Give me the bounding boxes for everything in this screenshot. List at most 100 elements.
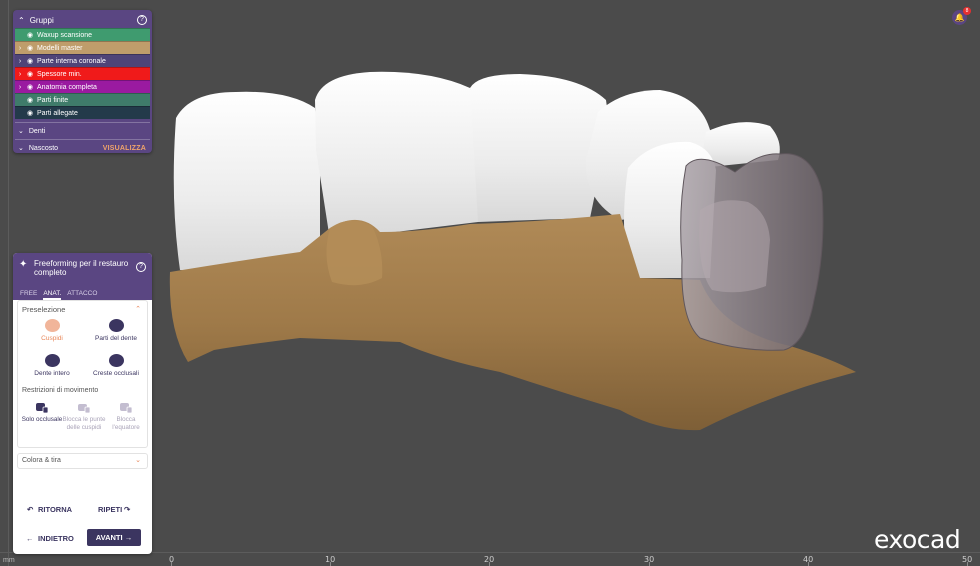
- ruler-tick-label: 30: [644, 555, 655, 564]
- group-label: Parti allegate: [37, 109, 78, 117]
- ruler-tick-label: 50: [962, 555, 973, 564]
- restriction-blocca-punte[interactable]: Blocca le punte delle cuspidi: [62, 401, 106, 431]
- group-item[interactable]: › ◉ Spessore min.: [15, 67, 150, 80]
- chevron-right-icon[interactable]: ›: [15, 58, 25, 65]
- chevron-right-icon[interactable]: ›: [15, 84, 25, 91]
- chevron-down-icon: ⌄: [18, 128, 24, 135]
- restriction-label: Blocca le punte delle cuspidi: [62, 416, 106, 431]
- restriction-label: Blocca l'equatore: [112, 416, 140, 431]
- eye-icon[interactable]: ◉: [25, 83, 35, 91]
- eye-icon[interactable]: ◉: [25, 44, 35, 52]
- tooth-parts-icon: [108, 319, 124, 332]
- group-item[interactable]: › ◉ Parte interna coronale: [15, 54, 150, 67]
- denti-section[interactable]: ⌄ Denti: [15, 122, 150, 139]
- preset-label: Parti del dente: [95, 335, 137, 342]
- group-item[interactable]: › ◉ Anatomia completa: [15, 80, 150, 93]
- group-label: Modelli master: [37, 44, 83, 52]
- next-button[interactable]: AVANTI →: [87, 529, 141, 546]
- colora-tira-label: Colora & tira: [22, 457, 61, 464]
- ghost-crown-inner: [699, 200, 770, 293]
- eye-icon[interactable]: ◉: [25, 70, 35, 78]
- nascosto-label: Nascosto: [28, 144, 59, 152]
- help-icon[interactable]: ?: [137, 15, 147, 25]
- lock-equator-icon: [120, 403, 133, 414]
- ruler-tick-label: 40: [803, 555, 814, 564]
- arrow-left-icon[interactable]: ←: [26, 534, 34, 543]
- chevron-down-icon: ⌄: [18, 145, 24, 152]
- eye-icon[interactable]: ◉: [25, 109, 35, 117]
- help-icon[interactable]: ?: [136, 262, 146, 272]
- preset-label: Cuspidi: [41, 335, 63, 342]
- ruler-left: [0, 0, 9, 566]
- nascosto-section[interactable]: ⌄ Nascosto VISUALIZZA: [15, 139, 150, 156]
- ruler-tick-label: 0: [169, 555, 175, 564]
- restriction-solo-occlusale[interactable]: Solo occlusale: [20, 401, 64, 424]
- preset-cuspidi[interactable]: Cuspidi: [24, 319, 80, 342]
- preselection-title: Preselezione: [22, 305, 66, 314]
- eye-icon[interactable]: ◉: [25, 31, 35, 39]
- exocad-logo: exocad: [874, 525, 961, 554]
- restriction-blocca-equatore[interactable]: Blocca l'equatore: [104, 401, 148, 431]
- undo-button[interactable]: RITORNA: [38, 505, 72, 514]
- chevron-down-icon: ⌄: [135, 457, 141, 464]
- redo-icon[interactable]: ↷: [124, 505, 130, 514]
- preset-label: Dente intero: [34, 370, 70, 377]
- chevron-up-icon[interactable]: ⌃: [135, 305, 141, 313]
- undo-icon[interactable]: ↶: [27, 505, 33, 514]
- lock-cusp-tips-icon: [78, 404, 91, 414]
- group-label: Spessore min.: [37, 70, 82, 78]
- freeforming-tabs: FREE ANAT. ATTACCO: [13, 290, 152, 300]
- ruler-tick-label: 10: [325, 555, 336, 564]
- ruler-bottom: mm 0 10 20 30 40 50: [0, 552, 980, 566]
- restriction-label: Solo occlusale: [21, 416, 63, 423]
- tooth-2: [315, 71, 478, 240]
- tab-free[interactable]: FREE: [20, 290, 37, 300]
- group-list: ◉ Waxup scansione › ◉ Modelli master › ◉ Parte …: [15, 28, 150, 119]
- lock-occlusal-icon: [36, 403, 49, 414]
- freeforming-panel: ✦ Freeforming per il restauro completo ?…: [13, 253, 152, 554]
- eye-icon[interactable]: ◉: [25, 57, 35, 65]
- groups-title: Gruppi: [29, 15, 54, 25]
- tooth-1: [173, 91, 320, 272]
- freeforming-header: ✦ Freeforming per il restauro completo ?: [13, 253, 152, 290]
- group-label: Parte interna coronale: [37, 57, 106, 65]
- group-item[interactable]: ◉ Waxup scansione: [15, 28, 150, 41]
- eye-icon[interactable]: ◉: [25, 96, 35, 104]
- colora-tira-row[interactable]: Colora & tira ⌄: [17, 453, 148, 469]
- preselection-box: Preselezione ⌃ Cuspidi Parti del dente D…: [17, 300, 148, 448]
- notification-badge: 8: [963, 7, 971, 15]
- magic-wand-icon: ✦: [19, 259, 28, 270]
- restrictions-title: Restrizioni di movimento: [22, 387, 99, 394]
- whole-tooth-icon: [44, 354, 60, 367]
- next-label: AVANTI: [95, 533, 123, 542]
- tooth-3: [470, 74, 608, 222]
- back-button[interactable]: INDIETRO: [38, 534, 74, 543]
- preset-creste-occlusali[interactable]: Creste occlusali: [88, 354, 144, 377]
- ruler-unit: mm: [3, 557, 15, 564]
- chevron-right-icon[interactable]: ›: [15, 71, 25, 78]
- chevron-right-icon[interactable]: ›: [15, 45, 25, 52]
- occlusal-ridges-icon: [108, 354, 124, 367]
- groups-panel: ⌃ Gruppi ? ◉ Waxup scansione › ◉ Modelli mas…: [13, 10, 152, 153]
- group-item[interactable]: ◉ Parti finite: [15, 93, 150, 106]
- arrow-right-icon: →: [124, 533, 133, 542]
- ruler-tick-label: 20: [484, 555, 495, 564]
- preset-parti-del-dente[interactable]: Parti del dente: [88, 319, 144, 342]
- tab-anat[interactable]: ANAT.: [43, 290, 62, 300]
- cusp-icon: [44, 319, 60, 332]
- redo-button[interactable]: RIPETI: [98, 505, 122, 514]
- chevron-up-icon: ⌃: [18, 15, 25, 25]
- group-label: Parti finite: [37, 96, 69, 104]
- group-item[interactable]: › ◉ Modelli master: [15, 41, 150, 54]
- freeforming-title: Freeforming per il restauro completo: [34, 259, 129, 277]
- preset-label: Creste occlusali: [93, 370, 139, 377]
- denti-label: Denti: [28, 127, 46, 135]
- group-label: Anatomia completa: [37, 83, 97, 91]
- groups-header[interactable]: ⌃ Gruppi ?: [15, 12, 150, 28]
- tab-attacco[interactable]: ATTACCO: [67, 290, 97, 300]
- group-label: Waxup scansione: [37, 31, 92, 39]
- visualizza-button[interactable]: VISUALIZZA: [103, 145, 146, 152]
- gum-ridge: [326, 220, 383, 286]
- preset-dente-intero[interactable]: Dente intero: [24, 354, 80, 377]
- group-item[interactable]: ◉ Parti allegate: [15, 106, 150, 119]
